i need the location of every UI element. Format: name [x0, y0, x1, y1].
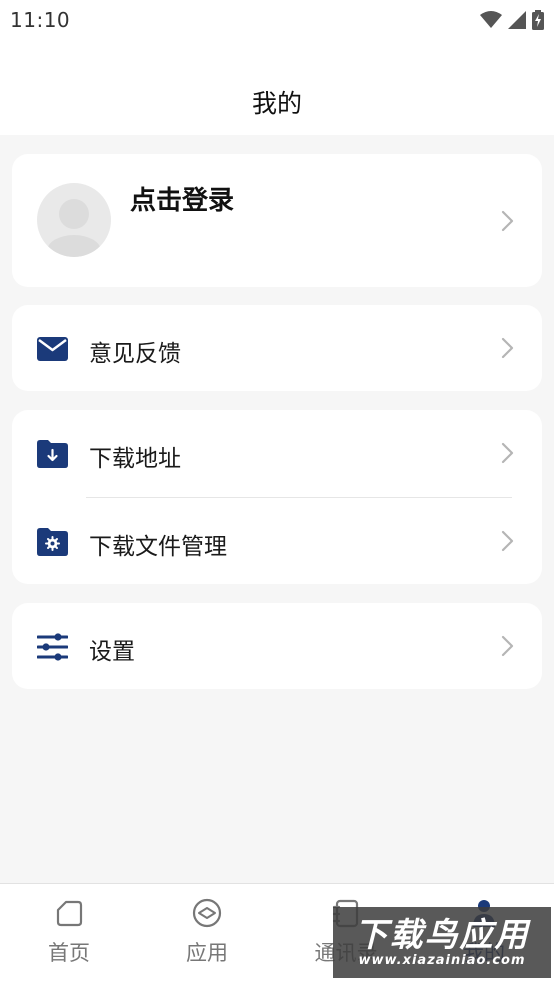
avatar[interactable] — [37, 183, 111, 257]
menu-item-label: 下载地址 — [89, 446, 181, 472]
login-card[interactable]: 点击登录 — [12, 154, 542, 287]
tab-label: 应用 — [186, 941, 228, 965]
login-prompt[interactable]: 点击登录 — [130, 180, 234, 217]
menu-item-settings[interactable]: 设置 — [12, 603, 542, 689]
menu-item-download-manager[interactable]: 下载文件管理 — [12, 498, 542, 584]
signal-icon — [508, 11, 526, 29]
download-card: 下载地址 下载文件管理 — [12, 410, 542, 584]
menu-item-feedback[interactable]: 意见反馈 — [12, 305, 542, 391]
home-icon — [56, 900, 83, 927]
chevron-right-icon — [501, 442, 514, 464]
avatar-placeholder-icon — [47, 199, 101, 257]
chevron-right-icon — [501, 337, 514, 359]
tab-apps[interactable]: 应用 — [138, 884, 276, 984]
feedback-card: 意见反馈 — [12, 305, 542, 391]
status-bar: 11:10 — [0, 0, 554, 40]
menu-item-label: 意见反馈 — [89, 341, 181, 367]
watermark-url: www.xiazainiao.com — [358, 953, 526, 968]
menu-item-label: 设置 — [89, 639, 135, 665]
menu-item-label: 下载文件管理 — [89, 534, 227, 560]
folder-download-icon — [37, 438, 68, 469]
settings-card: 设置 — [12, 603, 542, 689]
mail-icon — [37, 333, 68, 364]
page-title: 我的 — [251, 88, 302, 118]
tab-label: 首页 — [48, 941, 90, 965]
apps-icon — [192, 898, 222, 928]
folder-settings-icon — [37, 526, 68, 557]
chevron-right-icon — [501, 210, 514, 232]
status-time: 11:10 — [10, 8, 71, 32]
sliders-icon — [37, 631, 68, 662]
tab-home[interactable]: 首页 — [0, 884, 138, 984]
menu-item-download-address[interactable]: 下载地址 — [12, 410, 542, 496]
chevron-right-icon — [501, 635, 514, 657]
wifi-icon — [480, 11, 502, 28]
chevron-right-icon — [501, 530, 514, 552]
page-header: 我的 — [0, 40, 554, 135]
status-icons — [480, 10, 544, 30]
watermark-logo: 下载鸟应用 www.xiazainiao.com — [333, 907, 551, 978]
watermark-text: 下载鸟应用 — [354, 915, 530, 954]
battery-charging-icon — [532, 10, 544, 30]
